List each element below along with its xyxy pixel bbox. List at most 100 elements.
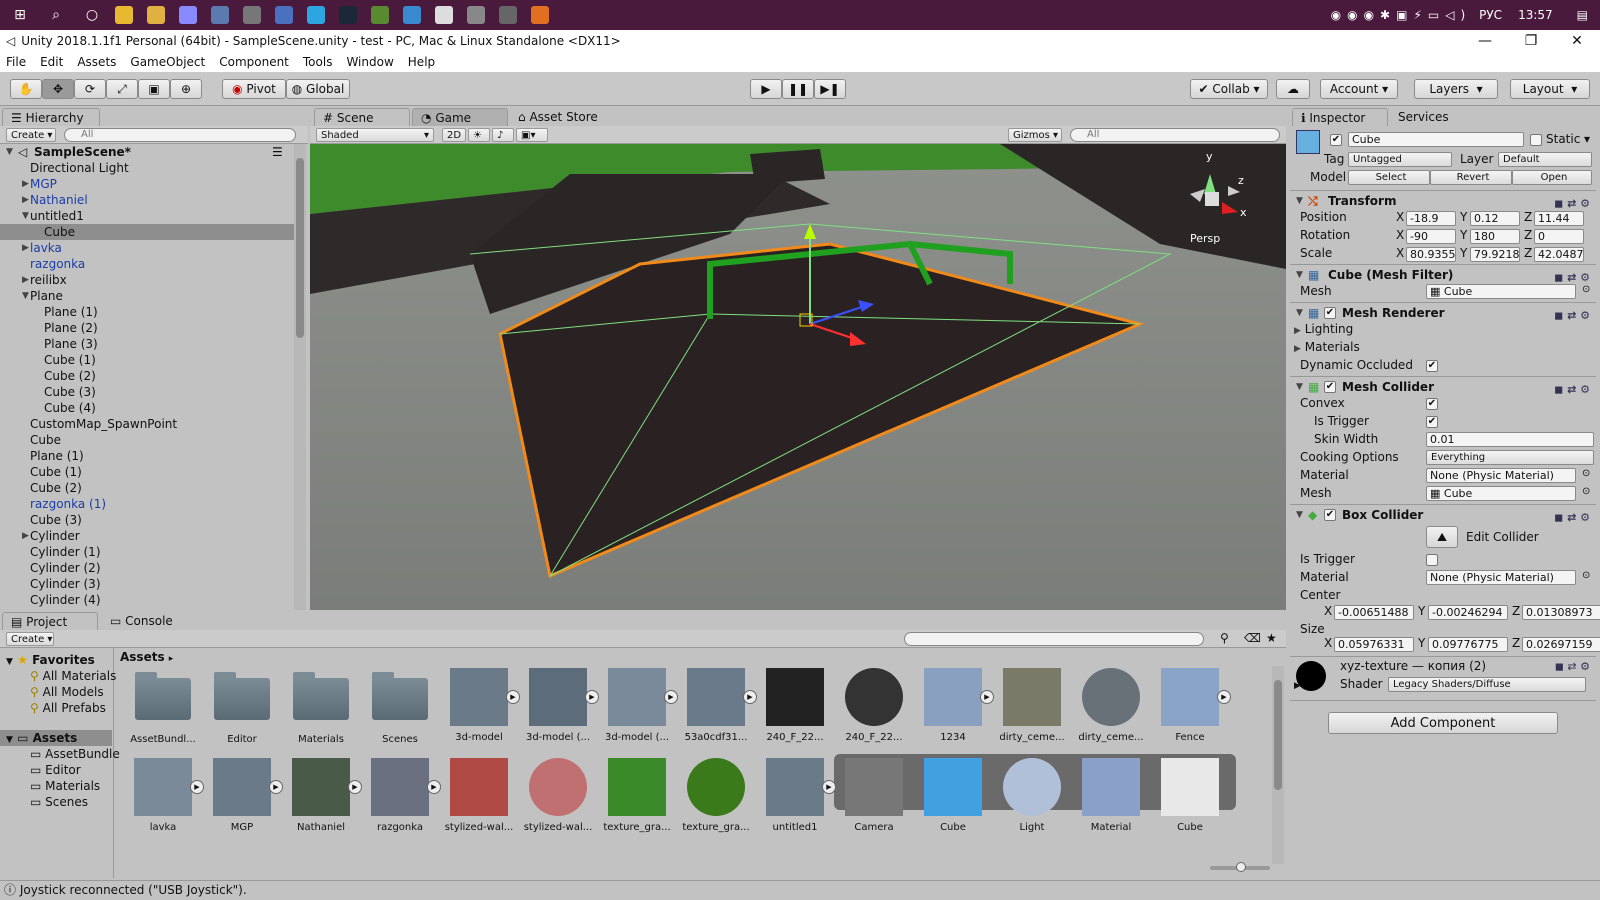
layer-dropdown[interactable]: Default xyxy=(1498,152,1592,167)
menu-help[interactable]: Help xyxy=(408,55,435,69)
axis-x-label[interactable]: X xyxy=(1396,210,1404,224)
axis-z-label[interactable]: Z xyxy=(1524,246,1532,260)
2d-toggle[interactable]: 2D xyxy=(442,128,466,142)
axis-x-label[interactable]: X xyxy=(1324,636,1332,650)
app-icon[interactable] xyxy=(211,6,229,24)
slider-handle[interactable] xyxy=(1236,862,1246,872)
asset-item[interactable]: texture_gra... xyxy=(602,758,672,833)
fold-closed-icon[interactable]: ▶ xyxy=(22,176,29,192)
scale-tool-icon[interactable]: ⤢ xyxy=(106,79,138,99)
app-icon[interactable] xyxy=(403,6,421,24)
expand-prefab-icon[interactable]: ▶ xyxy=(348,780,362,794)
hierarchy-item[interactable]: Plane (2) xyxy=(0,320,294,336)
scene-menu-icon[interactable]: ☰ xyxy=(272,144,283,160)
menu-window[interactable]: Window xyxy=(346,55,393,69)
asset-item[interactable]: Camera xyxy=(839,758,909,833)
asset-item[interactable]: Material xyxy=(1076,758,1146,833)
hierarchy-item[interactable]: Cube (3) xyxy=(0,384,294,400)
asset-item[interactable]: Cube xyxy=(1155,758,1225,833)
notifications-icon[interactable]: ▤ xyxy=(1577,8,1588,22)
asset-item[interactable]: Cube xyxy=(918,758,988,833)
box-collider-header[interactable]: ▼ ◆ ✔ Box Collider ◼ ⇄ ⚙ xyxy=(1290,504,1596,524)
asset-item[interactable]: 1234 xyxy=(918,668,988,743)
rotate-tool-icon[interactable]: ⟳ xyxy=(74,79,106,99)
tab-game[interactable]: ◔ Game xyxy=(412,108,508,126)
scale-z-field[interactable]: 42.0487 xyxy=(1534,247,1584,262)
asset-item[interactable]: Fence xyxy=(1155,668,1225,743)
telegram-icon[interactable] xyxy=(307,6,325,24)
pivot-toggle[interactable]: ◉ Pivot xyxy=(222,79,286,99)
steam-icon[interactable] xyxy=(339,6,357,24)
axis-y-label[interactable]: Y xyxy=(1460,210,1467,224)
favorite-star-icon[interactable]: ★ xyxy=(1266,631,1277,645)
axis-z-label[interactable]: Z xyxy=(1512,604,1520,618)
object-picker-icon[interactable]: ⊙ xyxy=(1582,486,1590,497)
axis-y-label[interactable]: Y xyxy=(1418,636,1425,650)
axis-x-label[interactable]: X xyxy=(1396,228,1404,242)
hierarchy-item[interactable]: Cylinder (1) xyxy=(0,544,294,560)
windows-start-icon[interactable]: ⊞ xyxy=(10,5,30,25)
object-picker-icon[interactable]: ⊙ xyxy=(1582,570,1590,581)
menu-component[interactable]: Component xyxy=(219,55,289,69)
fold-open-icon[interactable]: ▼ xyxy=(22,208,29,224)
size-z-field[interactable]: 0.02697159 xyxy=(1522,637,1600,652)
dynamic-occluded-checkbox[interactable]: ✔ xyxy=(1426,360,1438,372)
filter-type-icon[interactable]: ⚲ xyxy=(1220,631,1229,645)
expand-prefab-icon[interactable]: ▶ xyxy=(585,690,599,704)
size-y-field[interactable]: 0.09776775 xyxy=(1428,637,1508,652)
axis-x-label[interactable]: X xyxy=(1324,604,1332,618)
hierarchy-item[interactable]: Plane (3) xyxy=(0,336,294,352)
asset-item[interactable]: texture_gra... xyxy=(681,758,751,833)
minecraft-icon[interactable] xyxy=(371,6,389,24)
audio-toggle-icon[interactable]: ♪ xyxy=(492,128,514,142)
mesh-field[interactable]: ▦ Cube xyxy=(1426,284,1576,299)
hierarchy-item[interactable]: CustomMap_SpawnPoint xyxy=(0,416,294,432)
axis-x-label[interactable]: X xyxy=(1396,246,1404,260)
axis-y-label[interactable]: Y xyxy=(1460,228,1467,242)
hierarchy-item[interactable]: Cube (2) xyxy=(0,368,294,384)
fav-item[interactable]: ⚲ All Models xyxy=(0,684,112,700)
lighting-toggle-icon[interactable]: ☀ xyxy=(468,128,490,142)
model-open-button[interactable]: Open xyxy=(1512,170,1592,185)
settings-icon[interactable] xyxy=(435,6,453,24)
tab-hierarchy[interactable]: ☰ Hierarchy xyxy=(2,108,100,126)
fold-open-icon[interactable]: ▼ xyxy=(22,288,29,304)
tab-console[interactable]: ▭ Console xyxy=(102,612,198,630)
menu-tools[interactable]: Tools xyxy=(303,55,333,69)
center-z-field[interactable]: 0.01308973 xyxy=(1522,605,1600,620)
hierarchy-item[interactable]: razgonka (1) xyxy=(0,496,294,512)
breadcrumb-assets[interactable]: Assets xyxy=(120,650,165,664)
asset-item[interactable]: dirty_ceme... xyxy=(1076,668,1146,743)
blender-icon[interactable] xyxy=(531,6,549,24)
rotation-z-field[interactable]: 0 xyxy=(1534,229,1584,244)
asset-item[interactable]: Light xyxy=(997,758,1067,833)
cooking-options-dropdown[interactable]: Everything xyxy=(1426,450,1594,465)
menu-file[interactable]: File xyxy=(6,55,26,69)
menu-edit[interactable]: Edit xyxy=(40,55,63,69)
hierarchy-item[interactable]: ▶ Cylinder xyxy=(0,528,294,544)
explorer-icon[interactable] xyxy=(147,6,165,24)
pause-button[interactable]: ❚❚ xyxy=(782,79,814,99)
hierarchy-item[interactable]: ▶ lavka xyxy=(0,240,294,256)
hierarchy-item[interactable]: Cylinder (4) xyxy=(0,592,294,608)
thumbnail-size-slider[interactable] xyxy=(1210,862,1270,872)
search-icon[interactable]: ⌕ xyxy=(46,5,66,25)
tab-scene[interactable]: # Scene xyxy=(314,108,410,126)
bc-is-trigger-checkbox[interactable] xyxy=(1426,554,1438,566)
asset-item[interactable]: lavka xyxy=(128,758,198,833)
hierarchy-item[interactable]: Cylinder (2) xyxy=(0,560,294,576)
tray-icons[interactable]: ◉◉◉✱▣⚡▭◁) xyxy=(1331,8,1471,22)
fold-open-icon[interactable]: ▼ xyxy=(6,144,13,160)
component-menu-icons[interactable]: ◼ ⇄ ⚙ xyxy=(1554,306,1590,326)
add-component-button[interactable]: Add Component xyxy=(1328,712,1558,734)
axis-y-label[interactable]: Y xyxy=(1418,604,1425,618)
cloud-icon[interactable]: ☁ xyxy=(1276,79,1310,99)
asset-item[interactable]: Editor xyxy=(207,668,277,745)
scale-y-field[interactable]: 79.9218 xyxy=(1470,247,1520,262)
asset-item[interactable]: 3d-model (... xyxy=(602,668,672,743)
edit-collider-button[interactable]: ⛰ xyxy=(1426,526,1458,548)
fold-open-icon[interactable]: ▼ xyxy=(1296,377,1303,397)
menu-gameobject[interactable]: GameObject xyxy=(130,55,205,69)
mesh-collider-enabled-checkbox[interactable]: ✔ xyxy=(1324,381,1336,393)
expand-prefab-icon[interactable]: ▶ xyxy=(743,690,757,704)
